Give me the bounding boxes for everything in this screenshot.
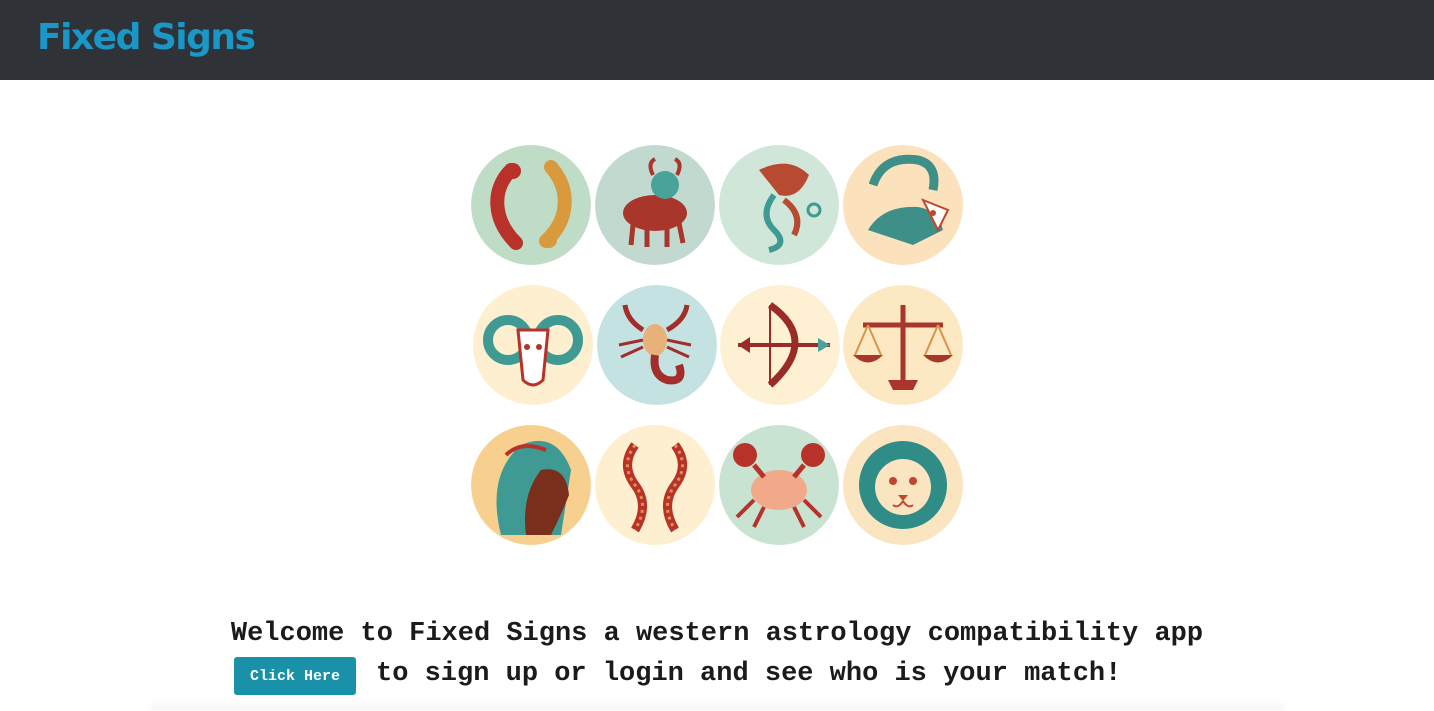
capricorn-icon [843,145,963,265]
cancer-icon [719,425,839,545]
brand-logo[interactable]: Fixed Signs [37,14,256,62]
cta-suffix-text: to sign up or login and see who is your … [376,659,1122,689]
click-here-button[interactable]: Click Here [234,657,356,695]
card-shadow [150,700,1284,711]
zodiac-grid [471,145,967,547]
gemini-icon [595,425,715,545]
sagittarius-icon [720,285,840,405]
libra-icon [843,285,963,405]
navbar: Fixed Signs [0,0,1434,80]
aquarius-icon [719,145,839,265]
leo-icon [843,425,963,545]
virgo-icon [471,425,591,545]
welcome-text: Welcome to Fixed Signs a western astrolo… [230,619,1204,649]
pisces-icon [471,145,591,265]
taurus-icon [595,145,715,265]
aries-icon [473,285,593,405]
scorpio-icon [597,285,717,405]
